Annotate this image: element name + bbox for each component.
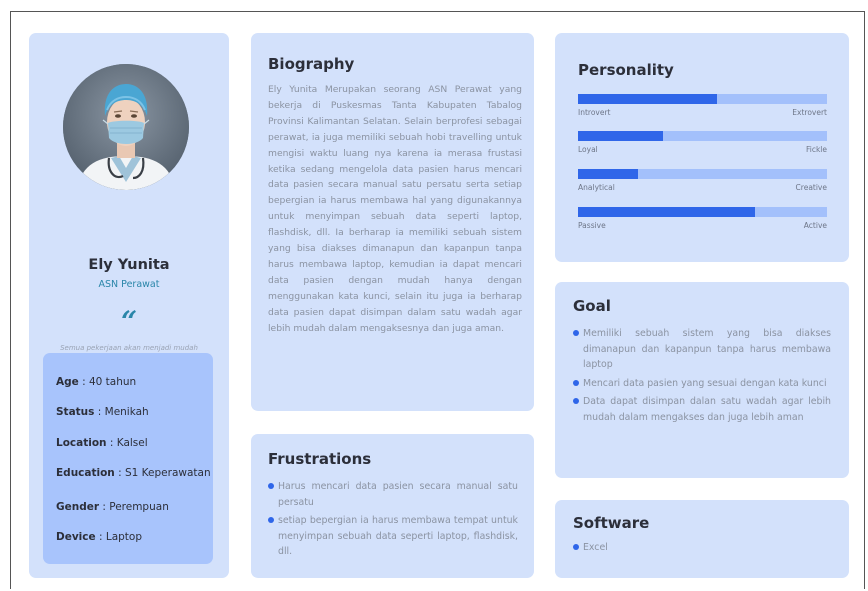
trait-introvert-extrovert: Introvert Extrovert — [578, 94, 827, 120]
trait-right-label: Creative — [795, 183, 827, 192]
info-panel: Age : 40 tahun Status : Menikah Location… — [43, 353, 213, 564]
list-item: Excel — [573, 540, 831, 556]
personality-title: Personality — [578, 61, 674, 79]
persona-name: Ely Yunita — [88, 257, 170, 273]
goal-list: Memiliki sebuah sistem yang bisa diakses… — [573, 326, 831, 425]
trait-right-label: Fickle — [805, 145, 827, 154]
trait-bar — [578, 207, 827, 217]
trait-bar-fill — [578, 169, 638, 179]
biography-text: Ely Yunita Merupakan seorang ASN Perawat… — [268, 84, 522, 334]
info-status: Status : Menikah — [56, 406, 149, 418]
goal-title: Goal — [573, 297, 611, 315]
trait-bar-fill — [578, 207, 755, 217]
list-item: Harus mencari data pasien secara manual … — [268, 479, 518, 510]
trait-bar — [578, 131, 827, 141]
quote-icon: “ — [120, 305, 138, 338]
avatar — [63, 64, 189, 190]
profile-card: Ely Yunita ASN Perawat “ Semua pekerjaan… — [29, 33, 229, 578]
trait-bar-fill — [578, 131, 663, 141]
trait-right-label: Active — [803, 221, 827, 230]
software-title: Software — [573, 514, 650, 532]
software-card: Software Excel — [555, 500, 849, 578]
frustrations-card: Frustrations Harus mencari data pasien s… — [251, 434, 534, 578]
trait-passive-active: Passive Active — [578, 207, 827, 233]
nurse-photo — [63, 64, 189, 190]
info-location: Location : Kalsel — [56, 437, 148, 449]
trait-bar — [578, 169, 827, 179]
trait-left-label: Passive — [578, 221, 606, 230]
biography-title: Biography — [268, 55, 355, 73]
persona-role: ASN Perawat — [98, 279, 160, 290]
info-gender: Gender : Perempuan — [56, 501, 169, 513]
goal-card: Goal Memiliki sebuah sistem yang bisa di… — [555, 282, 849, 478]
trait-bar-fill — [578, 94, 718, 104]
personality-card: Personality Introvert Extrovert Loyal Fick… — [555, 33, 849, 262]
trait-left-label: Introvert — [578, 108, 611, 117]
software-list: Excel — [573, 540, 831, 556]
list-item: setiap bepergian ia harus membawa tempat… — [268, 513, 518, 560]
trait-loyal-fickle: Loyal Fickle — [578, 131, 827, 157]
trait-right-label: Extrovert — [792, 108, 827, 117]
list-item: Memiliki sebuah sistem yang bisa diakses… — [573, 326, 831, 373]
frustrations-title: Frustrations — [268, 450, 372, 468]
biography-card: Biography Ely Yunita Merupakan seorang A… — [251, 33, 534, 411]
list-item: Data dapat disimpan dalan satu wadah aga… — [573, 394, 831, 425]
info-age: Age : 40 tahun — [56, 376, 137, 388]
list-item: Mencari data pasien yang sesuai dengan k… — [573, 376, 831, 392]
trait-analytical-creative: Analytical Creative — [578, 169, 827, 195]
info-education: Education : S1 Keperawatan — [56, 467, 211, 479]
trait-left-label: Loyal — [578, 145, 598, 154]
frustrations-list: Harus mencari data pasien secara manual … — [268, 479, 518, 560]
trait-bar — [578, 94, 827, 104]
info-device: Device : Laptop — [56, 531, 143, 543]
trait-left-label: Analytical — [578, 183, 615, 192]
